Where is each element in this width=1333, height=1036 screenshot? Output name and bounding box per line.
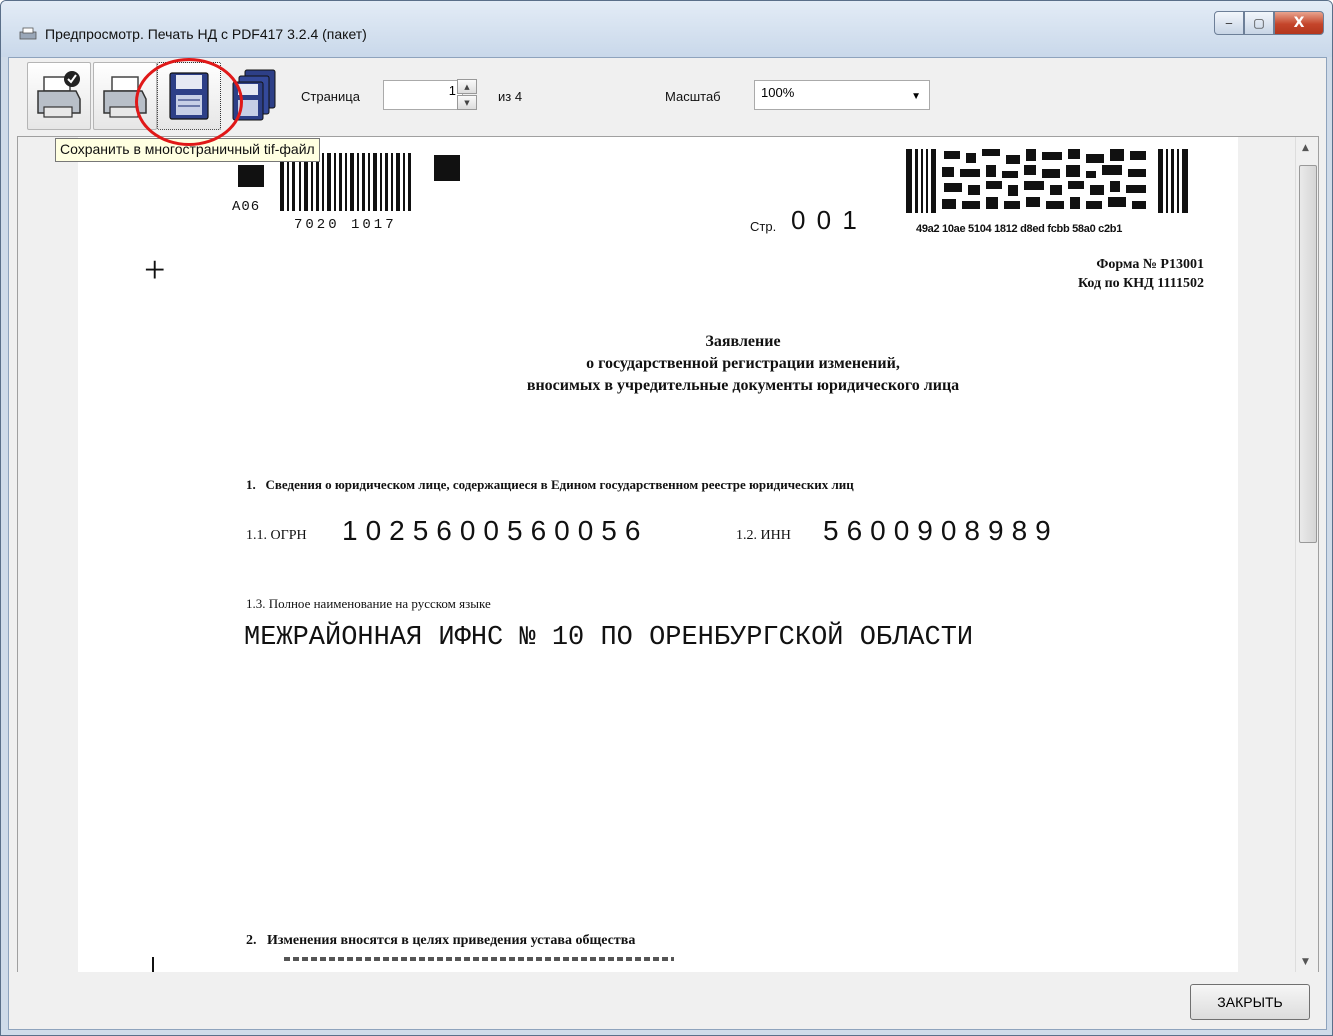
scroll-up-icon[interactable]: ▲ <box>1302 143 1309 153</box>
printer-app-icon <box>19 27 37 40</box>
vertical-scrollbar[interactable]: ▲ ▼ <box>1295 137 1318 973</box>
barcode-digits: 7020 1017 <box>294 217 397 233</box>
close-button[interactable]: ЗАКРЫТЬ <box>1190 984 1310 1020</box>
pdf417-caption: 49a2 10ae 5104 1812 d8ed fcbb 58a0 c2b1 <box>916 223 1123 235</box>
inn-label: 1.2. ИНН <box>736 528 791 543</box>
window-title: Предпросмотр. Печать НД с PDF417 3.2.4 (… <box>45 26 367 42</box>
doc-title-2: о государственной регистрации изменений, <box>586 355 900 372</box>
pdf417-barcode <box>906 149 1188 213</box>
page-margin-left <box>18 137 78 973</box>
printer-check-icon <box>37 71 81 118</box>
spin-down-icon[interactable]: ▼ <box>457 95 477 110</box>
highlight-circle <box>135 58 243 146</box>
window-controls: ‒ ▢ X <box>1214 11 1324 35</box>
ogrn-label: 1.1. ОГРН <box>246 528 307 543</box>
spin-up-icon[interactable]: ▲ <box>457 79 477 94</box>
document-page: A06 7020 1017 + Стр. 0 0 1 49a2 10ae 510… <box>78 137 1238 973</box>
ogrn-value: 1025600560056 <box>342 515 649 546</box>
crop-mark <box>152 957 154 973</box>
full-name-label: 1.3. Полное наименование на русском язык… <box>246 596 491 611</box>
page-label: Страница <box>301 89 360 104</box>
title-bar[interactable]: Предпросмотр. Печать НД с PDF417 3.2.4 (… <box>1 1 1332 57</box>
page-margin-right <box>1238 137 1296 973</box>
scroll-thumb[interactable] <box>1299 165 1317 543</box>
zoom-label: Масштаб <box>665 89 721 104</box>
doc-title-3: вносимых в учредительные документы юриди… <box>526 377 960 394</box>
zoom-value: 100% <box>761 85 795 100</box>
full-name-value: МЕЖРАЙОННАЯ ИФНС № 10 ПО ОРЕНБУРГСКОЙ ОБ… <box>244 623 974 653</box>
print-with-dialog-button[interactable] <box>27 62 91 130</box>
close-window-button[interactable]: X <box>1274 11 1324 35</box>
page-number-input[interactable]: 1 <box>383 80 463 110</box>
form-number: Форма № Р13001 <box>1096 257 1204 272</box>
preview-window: Предпросмотр. Печать НД с PDF417 3.2.4 (… <box>0 0 1333 1036</box>
section-1-heading: 1. Сведения о юридическом лице, содержащ… <box>246 477 854 492</box>
scroll-down-icon[interactable]: ▼ <box>1302 957 1309 967</box>
preview-viewport[interactable]: A06 7020 1017 + Стр. 0 0 1 49a2 10ae 510… <box>17 136 1319 974</box>
page-spinner[interactable]: ▲ ▼ <box>457 79 477 110</box>
minimize-button[interactable]: ‒ <box>1214 11 1244 35</box>
barcode-image <box>280 153 411 211</box>
zoom-select[interactable]: 100% ▼ <box>754 80 930 110</box>
dropdown-arrow-icon: ▼ <box>911 91 921 102</box>
inn-value: 5600908989 <box>823 515 1059 546</box>
page-number-doc: 0 0 1 <box>791 205 859 235</box>
registration-mark <box>434 155 460 181</box>
section-2-heading: 2. Изменения вносятся в целях приведения… <box>246 933 636 948</box>
footer: ЗАКРЫТЬ <box>9 972 1326 1029</box>
knd-code: Код по КНД 1111502 <box>1077 276 1204 291</box>
barcode-code: A06 <box>232 199 261 215</box>
doc-title-1: Заявление <box>705 333 781 350</box>
client-area: Страница 1 ▲ ▼ из 4 Масштаб 100% ▼ Сохра… <box>8 57 1327 1030</box>
maximize-button[interactable]: ▢ <box>1244 11 1274 35</box>
page-label-doc: Стр. <box>750 219 777 234</box>
registration-mark <box>238 165 264 187</box>
crosshair-mark: + <box>144 249 166 291</box>
cut-off-text-line <box>284 957 674 961</box>
page-total: из 4 <box>498 89 523 104</box>
